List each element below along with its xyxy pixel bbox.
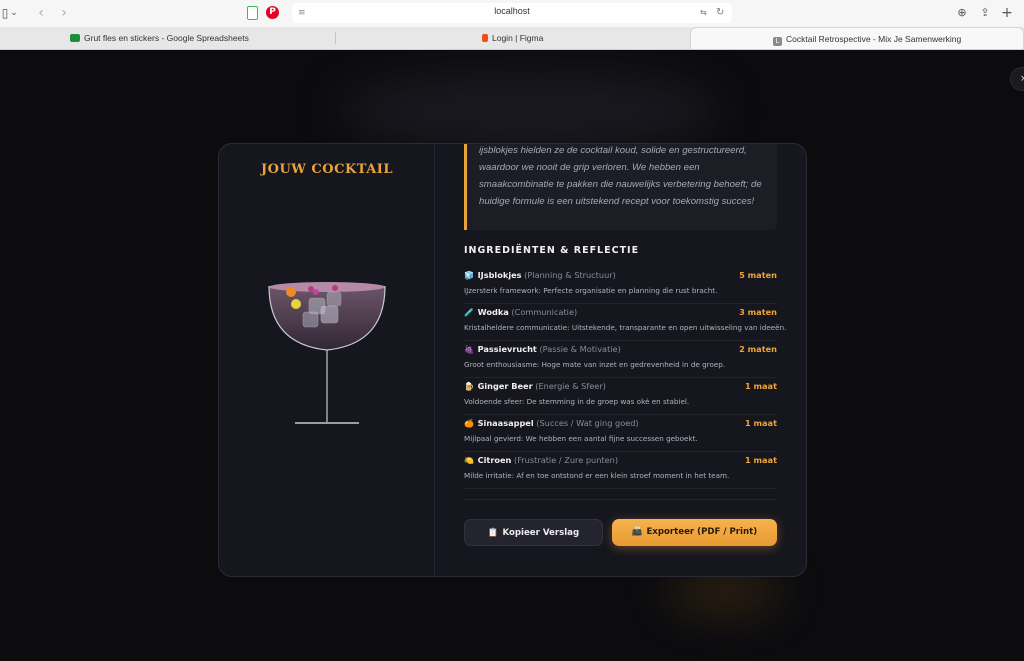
beer-icon: 🍺 <box>464 382 474 391</box>
document-extension-icon[interactable] <box>247 6 258 20</box>
ingredient-name: Ginger Beer <box>477 381 533 391</box>
tab-divider <box>335 32 336 44</box>
ingredient-note: IJzersterk framework: Perfecte organisat… <box>464 286 718 295</box>
sheets-favicon-icon <box>70 34 80 42</box>
tab-google-sheets[interactable]: Grut fles en stickers - Google Spreadshe… <box>70 27 249 49</box>
reload-icon[interactable]: ↻ <box>716 5 724 21</box>
passionfruit-icon <box>313 289 319 295</box>
tab-label: Login | Figma <box>492 33 544 43</box>
summary-text: ijsblokjes hielden ze de cocktail koud, … <box>479 145 762 207</box>
list-item: 🧪 Wodka (Communicatie) 3 maten Kristalhe… <box>464 304 786 341</box>
ingredient-note: Mijlpaal gevierd: We hebben een aantal f… <box>464 434 698 443</box>
export-button[interactable]: 📠 Exporteer (PDF / Print) <box>612 519 777 546</box>
copy-report-label: Kopieer Verslag <box>502 528 580 538</box>
ingredient-list: 🧊 IJsblokjes (Planning & Structuur) 5 ma… <box>464 267 786 489</box>
ice-cube-icon: 🧊 <box>464 271 474 280</box>
ingredient-note: Groot enthousiasme: Hoge mate van inzet … <box>464 360 726 369</box>
export-label: Exporteer (PDF / Print) <box>646 527 758 537</box>
ice-cube-icon <box>326 291 342 307</box>
ingredient-amount: 3 maten <box>739 307 777 317</box>
share-icon[interactable]: ⇪ <box>978 5 992 21</box>
copy-report-button[interactable]: 📋 Kopieer Verslag <box>464 519 603 546</box>
page-background: × JOUW COCKTAIL ijsblokjes hielden ze de… <box>0 51 1024 661</box>
ice-cube-icon <box>302 311 319 328</box>
grapes-icon: 🍇 <box>464 345 474 354</box>
ingredient-category: (Energie & Sfeer) <box>535 381 606 391</box>
ingredient-category: (Planning & Structuur) <box>524 270 616 280</box>
ice-cube-icon <box>320 305 339 324</box>
pinterest-extension-icon[interactable]: P <box>266 6 279 19</box>
ingredient-amount: 1 maat <box>744 418 777 428</box>
ingredient-amount: 1 maat <box>744 455 777 465</box>
test-tube-icon: 🧪 <box>464 308 474 317</box>
ingredient-category: (Passie & Motivatie) <box>539 344 621 354</box>
list-item: 🍇 Passievrucht (Passie & Motivatie) 2 ma… <box>464 341 777 378</box>
close-button[interactable]: × <box>1010 67 1024 91</box>
report-panel: ijsblokjes hielden ze de cocktail koud, … <box>436 144 806 576</box>
forward-icon[interactable]: › <box>56 5 72 21</box>
divider <box>464 499 777 500</box>
tab-figma[interactable]: Login | Figma <box>482 27 543 49</box>
url-text: localhost <box>494 6 530 16</box>
ingredient-note: Voldoende sfeer: De stemming in de groep… <box>464 397 690 406</box>
back-icon[interactable]: ‹ <box>33 5 49 21</box>
ingredient-amount: 2 maten <box>739 344 777 354</box>
ingredient-name: Sinaasappel <box>477 418 534 428</box>
cocktail-visual-panel: JOUW COCKTAIL <box>219 144 435 576</box>
ingredient-note: Milde irritatie: Af en toe ontstond er e… <box>464 471 730 480</box>
ingredient-name: IJsblokjes <box>477 270 522 280</box>
translate-icon[interactable]: ⇆ <box>700 5 707 21</box>
tab-bar: Grut fles en stickers - Google Spreadshe… <box>0 27 1024 50</box>
ingredient-category: (Frustratie / Zure punten) <box>514 455 619 465</box>
cocktail-glass-illustration <box>268 282 386 424</box>
cocktail-favicon-icon: L <box>773 37 782 46</box>
download-icon[interactable]: ⊕ <box>955 5 969 21</box>
lemon-icon <box>291 299 301 309</box>
chevron-down-icon[interactable]: ⌄ <box>8 5 20 21</box>
list-item: 🍊 Sinaasappel (Succes / Wat ging goed) 1… <box>464 415 777 452</box>
ingredient-amount: 1 maat <box>744 381 777 391</box>
tab-label: Grut fles en stickers - Google Spreadshe… <box>84 33 249 43</box>
ingredient-amount: 5 maten <box>739 270 777 280</box>
summary-quote: ijsblokjes hielden ze de cocktail koud, … <box>464 144 777 230</box>
list-item: 🍋 Citroen (Frustratie / Zure punten) 1 m… <box>464 452 777 489</box>
background-glow <box>670 571 780 611</box>
ingredient-note: Kristalheldere communicatie: Uitstekende… <box>464 323 787 332</box>
ingredient-category: (Succes / Wat ging goed) <box>536 418 639 428</box>
clipboard-icon: 📋 <box>487 528 499 538</box>
ingredient-name: Passievrucht <box>477 344 537 354</box>
tab-label: Cocktail Retrospective - Mix Je Samenwer… <box>786 34 962 44</box>
passionfruit-icon <box>308 286 314 292</box>
passionfruit-icon <box>332 285 338 291</box>
cocktail-modal: JOUW COCKTAIL ijsblokjes hielden ze de c… <box>218 143 807 577</box>
background-glow <box>340 71 720 151</box>
orange-icon <box>286 287 296 297</box>
fax-icon: 📠 <box>631 527 643 537</box>
new-tab-icon[interactable]: + <box>1000 5 1014 21</box>
section-title: INGREDIËNTEN & REFLECTIE <box>464 245 640 256</box>
browser-toolbar: ▯ ⌄ ‹ › P ≡ localhost ⇆ ↻ ⊕ ⇪ + <box>0 0 1024 27</box>
ingredient-name: Wodka <box>477 307 509 317</box>
ingredient-name: Citroen <box>477 455 512 465</box>
list-item: 🧊 IJsblokjes (Planning & Structuur) 5 ma… <box>464 267 777 304</box>
modal-title: JOUW COCKTAIL <box>260 162 394 177</box>
list-item: 🍺 Ginger Beer (Energie & Sfeer) 1 maat V… <box>464 378 777 415</box>
figma-favicon-icon <box>482 34 488 42</box>
orange-icon: 🍊 <box>464 419 474 428</box>
address-bar[interactable]: ≡ localhost ⇆ ↻ <box>292 3 732 23</box>
ingredient-category: (Communicatie) <box>511 307 578 317</box>
tab-cocktail-retrospective[interactable]: L Cocktail Retrospective - Mix Je Samenwe… <box>690 27 1024 49</box>
lemon-icon: 🍋 <box>464 456 474 465</box>
